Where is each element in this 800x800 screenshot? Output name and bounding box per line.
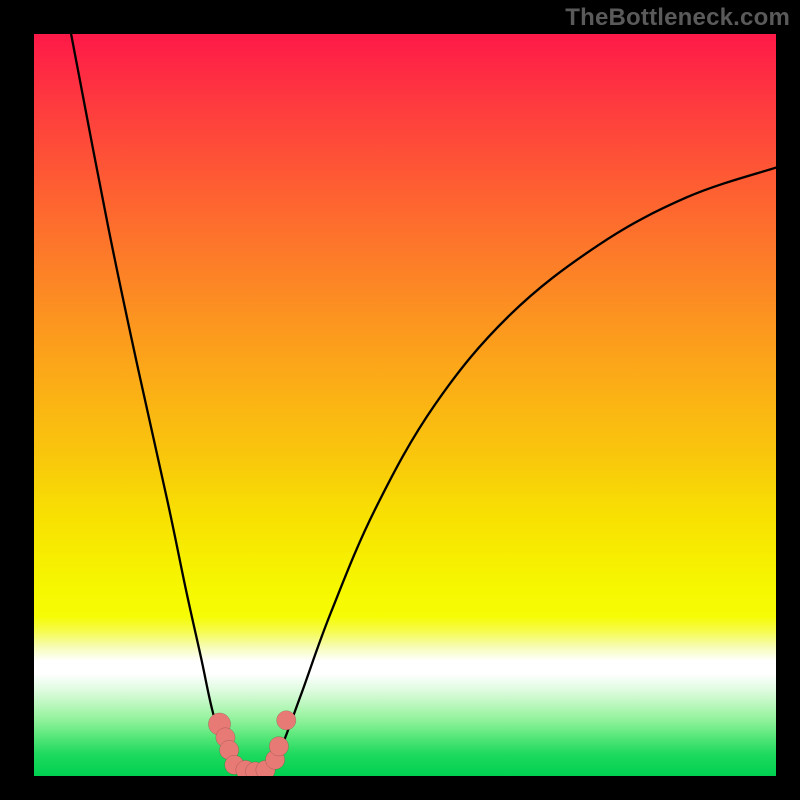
chart-canvas	[34, 34, 776, 776]
watermark-label: TheBottleneck.com	[565, 4, 790, 32]
plot-area	[34, 34, 776, 776]
marker-dot	[277, 711, 296, 730]
marker-dot	[269, 737, 288, 756]
chart-frame: TheBottleneck.com	[0, 0, 800, 800]
